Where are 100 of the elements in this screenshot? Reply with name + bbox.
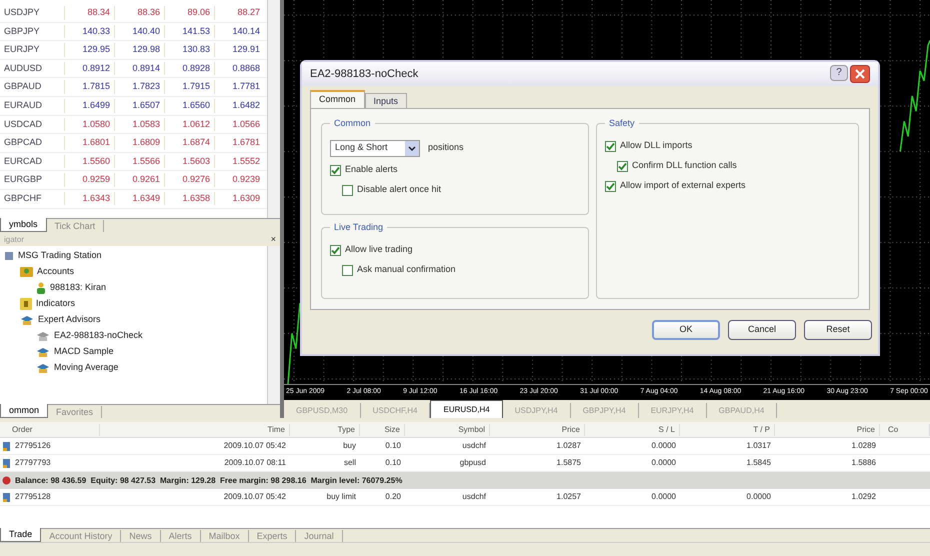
checkmark-icon [331,246,340,254]
checkbox-label: Allow live trading [345,243,413,256]
column-header[interactable]: T / P [680,424,775,436]
price-cell: 140.33 [64,24,114,38]
checkbox-label: Allow DLL imports [620,139,692,152]
column-header[interactable]: Co [880,424,930,436]
symbol-cell-text: AUDUSD [3,62,44,75]
checkbox[interactable] [605,140,616,152]
price-cell: 129.95 [64,43,114,57]
price-cell: 1.0612 [164,118,214,132]
price-cell: 1.5552 [214,154,264,168]
table-cell: 27795126 [15,440,51,452]
checkbox[interactable] [617,160,628,172]
scrollbar[interactable] [267,246,280,404]
tree-item[interactable]: Moving Average [54,361,118,375]
price-cell: 0.8928 [164,62,214,76]
terminal-tab[interactable]: Trade [0,528,42,542]
symbol-cell-text: EURGBP [3,173,44,186]
checkbox-label: Ask manual confirmation [357,263,456,276]
column-header[interactable]: Price [490,424,585,436]
checkbox[interactable] [605,180,616,192]
group-title: Live Trading [330,221,388,234]
price-cell: 1.7781 [214,80,264,94]
order-icon [2,458,11,468]
tree-item[interactable]: MACD Sample [54,345,114,359]
price-cell: 1.6809 [114,136,164,150]
tree-item[interactable]: Expert Advisors [38,313,101,327]
price-cell: 1.5560 [64,154,114,168]
scrollbar[interactable] [267,0,280,218]
price-cell: 1.6507 [114,99,164,113]
tree-item[interactable]: Indicators [36,297,76,311]
tree-item[interactable]: Accounts [37,265,74,279]
table-cell-text: 1.0292 [850,491,877,503]
tree-item[interactable]: 988183: Kiran [50,281,106,295]
tree-item[interactable]: EA2-988183-noCheck [54,329,143,343]
price-cell: 130.83 [164,43,214,57]
price-cell: 0.9276 [164,173,214,187]
table-cell-text: 0.20 [384,491,402,503]
symbol-cell-text: EURJPY [3,43,41,56]
table-cell-text: 0.0000 [650,457,677,469]
dialog-button[interactable]: OK [652,320,720,340]
column-header[interactable]: Size [360,424,405,436]
column-header[interactable]: Time [100,424,290,436]
table-cell-text: 1.0287 [556,440,582,452]
order-icon [2,492,11,502]
price-cell: 1.0580 [64,118,114,132]
checkbox[interactable] [330,244,341,256]
symbol-cell-text: USDJPY [3,6,41,20]
hat-icon [20,314,34,326]
close-button[interactable]: × [270,233,276,247]
close-icon[interactable] [850,65,870,83]
price-cell: 1.5566 [114,154,164,168]
balance-icon [2,476,11,485]
checkbox-label: Disable alert once hit [357,183,442,196]
checkbox-label: Enable alerts [345,163,398,176]
price-cell: 0.9261 [114,173,164,187]
symbol-cell-text: GBPAUD [3,80,42,94]
checkmark-icon [331,166,340,174]
price-cell: 1.6781 [214,136,264,150]
checkbox[interactable] [342,184,353,196]
table-cell-text: 2009.10.07 05:42 [222,491,287,503]
dialog-tab[interactable]: Common [310,90,365,108]
price-cell: 140.40 [114,24,164,38]
chart-tab[interactable]: EURUSD,H4 [430,400,503,418]
table-cell-text: sell [342,457,357,469]
price-cell: 88.36 [114,6,164,20]
column-header[interactable]: Symbol [405,424,490,436]
price-cell: 1.6499 [64,99,114,113]
dialog-button[interactable]: Cancel [728,320,796,340]
table-cell-text: 1.0289 [850,440,877,452]
checkbox-label: Allow import of external experts [620,179,746,192]
checkmark-icon [618,162,627,170]
column-header[interactable]: Order [0,424,100,436]
dropdown[interactable]: Long & Short [330,140,420,156]
price-cell: 1.6343 [64,192,114,206]
terminal-icon [4,251,14,261]
panel-tab[interactable]: ymbols [0,218,47,232]
hat-icon [36,330,50,342]
dialog-button[interactable]: Reset [804,320,872,340]
column-header[interactable]: S / L [585,424,680,436]
tree-item[interactable]: MSG Trading Station [18,249,102,263]
column-header[interactable]: Price [775,424,880,436]
table-cell-text: 2009.10.07 05:42 [222,440,287,452]
price-cell: 0.9239 [214,173,264,187]
price-cell: 0.8914 [114,62,164,76]
balance-summary: Balance: 98 436.59 Equity: 98 427.53 Margin: 129.28 Free margin: 98 298.16 Margin level: 76079.25% [15,474,402,486]
price-cell: 0.8868 [214,62,264,76]
dialog-tab[interactable]: Inputs [364,93,408,108]
checkbox[interactable] [342,264,353,276]
table-cell-text: 0.10 [384,457,402,469]
table-cell-text: 0.0000 [650,440,677,452]
price-cell: 1.6358 [164,192,214,206]
price-cell: 0.9259 [64,173,114,187]
price-cell: 129.91 [214,43,264,57]
checkbox[interactable] [330,164,341,176]
price-cell: 141.53 [164,24,214,38]
column-header[interactable]: Type [290,424,360,436]
help-button[interactable]: ? [830,65,848,81]
panel-tab[interactable]: ommon [0,404,48,418]
table-cell-text: 1.5886 [850,457,877,469]
